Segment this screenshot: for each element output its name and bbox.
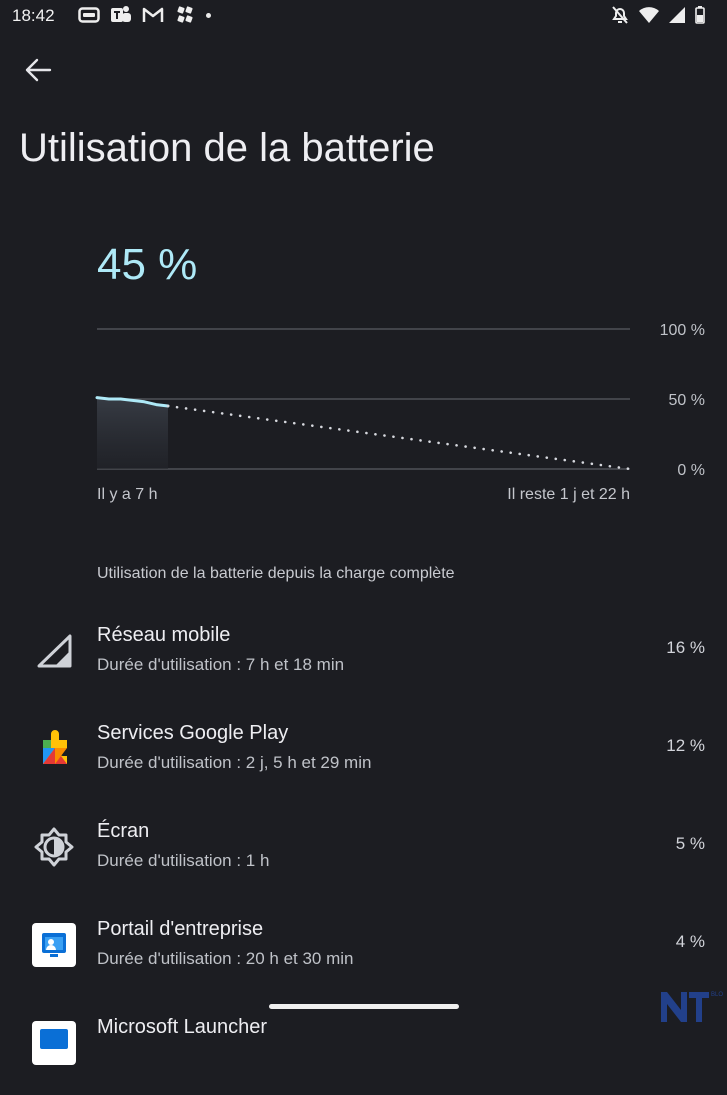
svg-text:BLOG: BLOG <box>711 992 723 998</box>
page-title: Utilisation de la batterie <box>19 126 435 170</box>
battery-icon <box>695 6 705 29</box>
chart-end-label: Il reste 1 j et 22 h <box>507 486 630 503</box>
app-name: Écran <box>97 820 150 842</box>
bell-off-icon <box>611 5 629 30</box>
list-item-microsoft-launcher[interactable]: Microsoft Launcher <box>0 1003 727 1095</box>
arrow-left-icon <box>24 58 52 87</box>
wifi-icon <box>639 7 659 28</box>
status-time: 18:42 <box>12 6 55 25</box>
gmail-icon <box>142 5 164 25</box>
status-icons-right <box>611 5 705 30</box>
notification-card-icon <box>78 5 100 25</box>
app-usage: Durée d'utilisation : 7 h et 18 min <box>97 655 345 674</box>
app-usage: Durée d'utilisation : 20 h et 30 min <box>97 949 354 968</box>
section-heading: Utilisation de la batterie depuis la cha… <box>97 565 455 582</box>
teams-icon <box>110 5 132 25</box>
app-percent: 12 % <box>666 736 705 755</box>
usage-area <box>97 397 168 469</box>
app-usage: Durée d'utilisation : 1 h <box>97 851 270 870</box>
app-name: Portail d'entreprise <box>97 918 264 940</box>
google-play-services-icon <box>32 727 76 771</box>
tick-label-0: 0 % <box>677 462 705 479</box>
app-name: Microsoft Launcher <box>97 1016 268 1038</box>
projection-line <box>166 404 632 471</box>
list-item-ecran[interactable]: Écran Durée d'utilisation : 1 h 5 % <box>0 807 727 899</box>
tick-label-50: 50 % <box>669 392 705 409</box>
company-portal-icon <box>32 923 76 967</box>
battery-level: 45 % <box>97 240 198 289</box>
nt-blog-logo: BLOG <box>661 992 723 1022</box>
game-controller-icon <box>174 5 196 25</box>
navigation-handle[interactable] <box>269 1004 459 1009</box>
app-percent: 5 % <box>675 834 705 853</box>
app-percent: 4 % <box>675 932 705 951</box>
app-name: Réseau mobile <box>97 624 231 646</box>
microsoft-launcher-icon <box>32 1021 76 1065</box>
app-percent: 16 % <box>666 638 705 657</box>
list-item-services-google-play[interactable]: Services Google Play Durée d'utilisation… <box>0 709 727 801</box>
battery-chart: 100 % 50 % 0 % <box>95 322 705 479</box>
cell-signal-icon <box>32 629 76 673</box>
status-icons-left <box>78 5 211 25</box>
back-button[interactable] <box>20 54 56 90</box>
app-name: Services Google Play <box>97 722 289 744</box>
list-item-reseau-mobile[interactable]: Réseau mobile Durée d'utilisation : 7 h … <box>0 611 727 703</box>
tick-label-100: 100 % <box>660 322 705 339</box>
more-dot-icon <box>206 12 211 18</box>
list-item-portail-entreprise[interactable]: Portail d'entreprise Durée d'utilisation… <box>0 905 727 997</box>
cell-signal-icon <box>669 7 685 28</box>
chart-start-label: Il y a 7 h <box>97 486 158 503</box>
screen-brightness-icon <box>32 825 76 869</box>
app-usage: Durée d'utilisation : 2 j, 5 h et 29 min <box>97 753 372 772</box>
